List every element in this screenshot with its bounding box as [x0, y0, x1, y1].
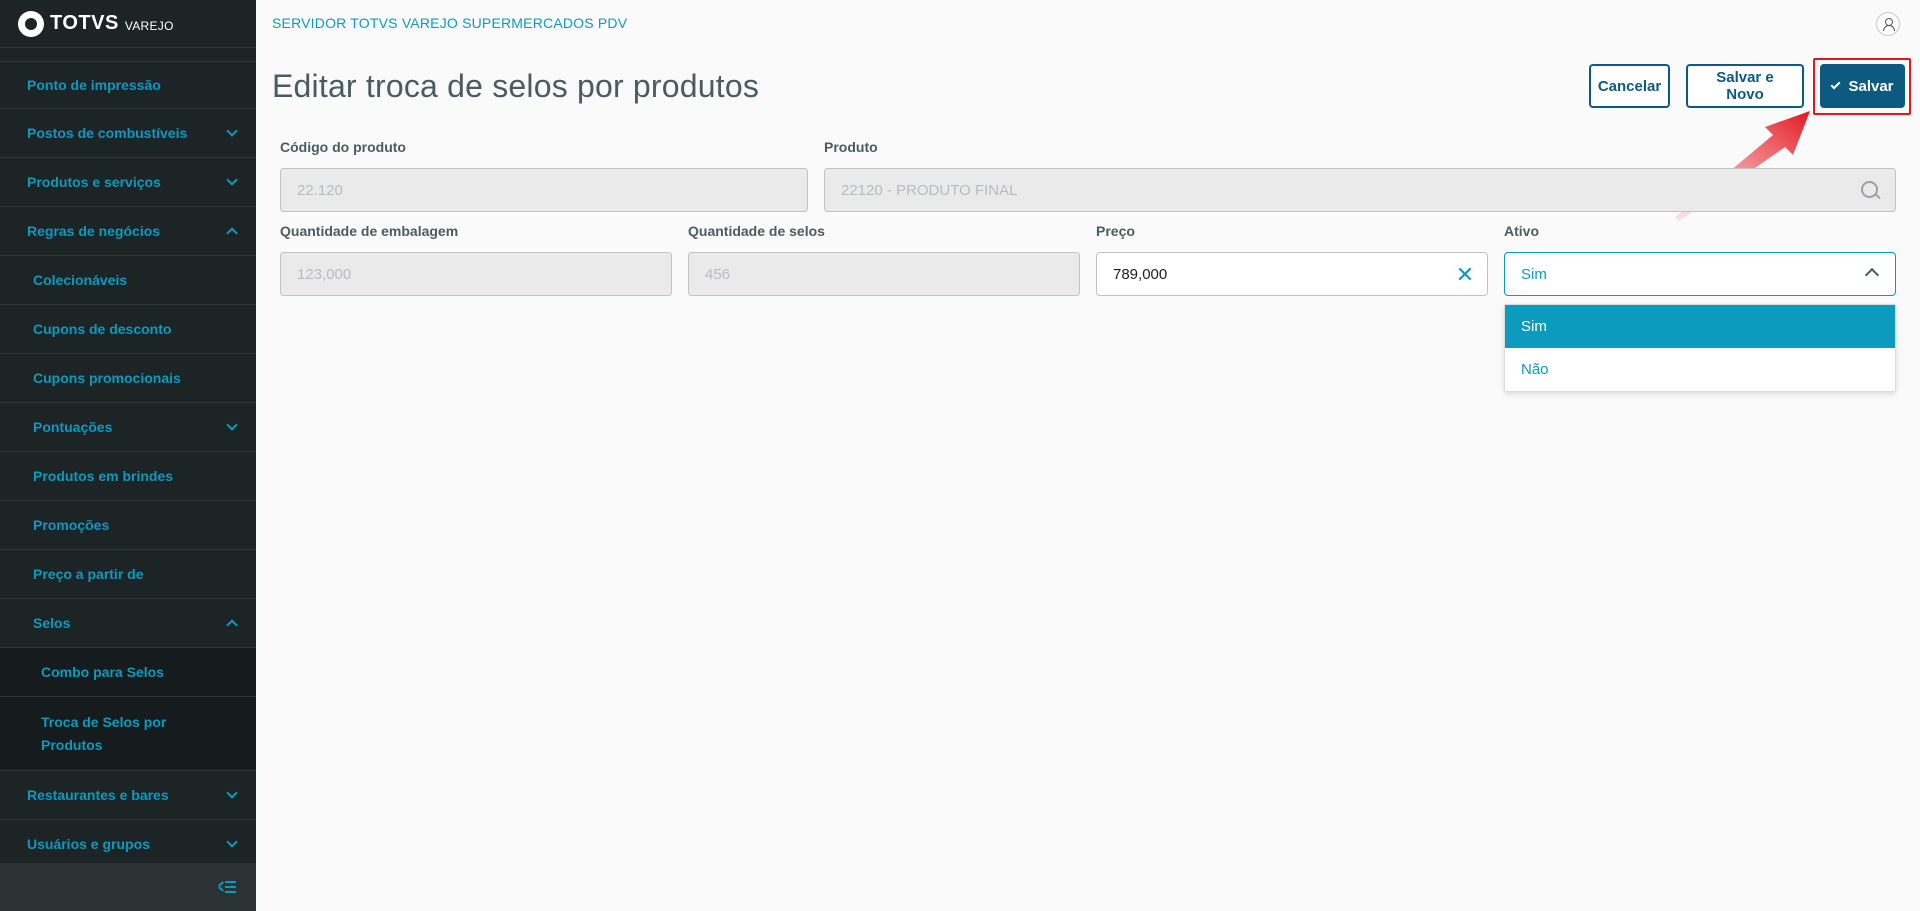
top-header: SERVIDOR TOTVS VAREJO SUPERMERCADOS PDV: [256, 0, 1920, 46]
sidebar-item-cupons-de-desconto[interactable]: Cupons de desconto: [0, 305, 256, 354]
ativo-label: Ativo: [1504, 223, 1539, 239]
collapse-menu-icon[interactable]: [218, 880, 236, 894]
qtd-selos-field: 456: [688, 252, 1080, 296]
chevron-down-icon: [226, 836, 238, 848]
sidebar-item-label: Postos de combustíveis: [27, 125, 188, 141]
ativo-option-nao[interactable]: Não: [1505, 348, 1895, 391]
chevron-up-icon: [1864, 267, 1880, 283]
produto-value: 22120 - PRODUTO FINAL: [841, 181, 1018, 199]
user-avatar-icon[interactable]: [1876, 12, 1900, 36]
produto-label: Produto: [824, 139, 878, 155]
codigo-produto-value: 22.120: [297, 181, 343, 199]
qtd-selos-value: 456: [705, 265, 731, 283]
sidebar-item-colecionaveis[interactable]: Colecionáveis: [0, 256, 256, 305]
totvs-logo-icon: [18, 10, 44, 37]
chevron-down-icon: [226, 125, 238, 137]
save-and-new-button-label: Salvar e Novo: [1716, 69, 1774, 103]
sidebar-item-label: Combo para Selos: [41, 664, 164, 680]
preco-label: Preço: [1096, 223, 1135, 239]
sidebar-item-label: Ponto de impressão: [27, 77, 161, 93]
sidebar-item-label: Preço a partir de: [33, 566, 144, 582]
sidebar-item-label: Colecionáveis: [33, 272, 128, 288]
brand-name: TOTVS: [50, 12, 119, 34]
highlight-box: [1813, 58, 1911, 115]
chevron-down-icon: [226, 787, 238, 799]
brand-sub: VAREJO: [124, 18, 174, 33]
sidebar-menu: Ponto de impressão Postos de combustívei…: [0, 61, 256, 869]
save-and-new-button[interactable]: Salvar e Novo: [1686, 64, 1804, 108]
sidebar-item-label: Selos: [33, 615, 71, 631]
qtd-embalagem-value: 123,000: [297, 265, 352, 283]
sidebar-item-label: Troca de Selos por Produtos: [41, 714, 167, 753]
clear-icon[interactable]: ✕: [1455, 264, 1475, 286]
produto-field: 22120 - PRODUTO FINAL: [824, 168, 1896, 212]
cancel-button[interactable]: Cancelar: [1589, 64, 1670, 108]
sidebar-item-promocoes[interactable]: Promoções: [0, 501, 256, 550]
sidebar-item-ponto-de-impressao[interactable]: Ponto de impressão: [0, 61, 256, 109]
sidebar-item-troca-de-selos-por-produtos[interactable]: Troca de Selos por Produtos: [0, 697, 256, 771]
sidebar-item-usuarios-e-grupos[interactable]: Usuários e grupos: [0, 820, 256, 869]
sidebar-item-combo-para-selos[interactable]: Combo para Selos: [0, 648, 256, 697]
sidebar-item-label: Produtos e serviços: [27, 174, 161, 190]
cancel-button-label: Cancelar: [1597, 77, 1662, 95]
search-icon: [1861, 181, 1881, 201]
sidebar-item-label: Usuários e grupos: [27, 836, 150, 852]
page-title: Editar troca de selos por produtos: [272, 68, 760, 104]
qtd-selos-label: Quantidade de selos: [688, 223, 825, 239]
sidebar-item-regras-de-negocios[interactable]: Regras de negócios: [0, 207, 256, 256]
chevron-up-icon: [226, 227, 238, 239]
sidebar-item-selos[interactable]: Selos: [0, 599, 256, 648]
sidebar-item-produtos-em-brindes[interactable]: Produtos em brindes: [0, 452, 256, 501]
ativo-select[interactable]: Sim: [1504, 252, 1896, 296]
sidebar-item-cupons-promocionais[interactable]: Cupons promocionais: [0, 354, 256, 403]
sidebar-item-produtos-e-servicos[interactable]: Produtos e serviços: [0, 158, 256, 207]
qtd-embalagem-label: Quantidade de embalagem: [280, 223, 459, 239]
server-title: SERVIDOR TOTVS VAREJO SUPERMERCADOS PDV: [272, 15, 628, 31]
ativo-option-sim[interactable]: Sim: [1505, 305, 1895, 348]
ativo-value: Sim: [1521, 265, 1547, 283]
sidebar-item-label: Restaurantes e bares: [27, 787, 169, 803]
sidebar-item-label: Cupons promocionais: [33, 370, 181, 386]
sidebar-item-preco-a-partir-de[interactable]: Preço a partir de: [0, 550, 256, 599]
chevron-down-icon: [226, 174, 238, 186]
sidebar: TOTVS VAREJO Ponto de impressão Postos d…: [0, 0, 256, 911]
preco-input[interactable]: 789,000 ✕: [1096, 252, 1488, 296]
chevron-down-icon: [226, 419, 238, 431]
chevron-up-icon: [226, 619, 238, 631]
sidebar-item-pontuacoes[interactable]: Pontuações: [0, 403, 256, 452]
ativo-dropdown-list: Sim Não: [1504, 304, 1896, 392]
sidebar-item-label: Produtos em brindes: [33, 468, 174, 484]
logo[interactable]: TOTVS VAREJO: [0, 0, 256, 48]
sidebar-item-label: Cupons de desconto: [33, 321, 172, 337]
sidebar-item-label: Pontuações: [33, 419, 113, 435]
qtd-embalagem-field: 123,000: [280, 252, 672, 296]
codigo-produto-label: Código do produto: [280, 139, 406, 155]
sidebar-item-postos-de-combustiveis[interactable]: Postos de combustíveis: [0, 109, 256, 158]
sidebar-item-label: Regras de negócios: [27, 223, 161, 239]
sidebar-footer: [0, 863, 256, 911]
sidebar-item-restaurantes-e-bares[interactable]: Restaurantes e bares: [0, 771, 256, 820]
codigo-produto-field: 22.120: [280, 168, 808, 212]
sidebar-item-label: Promoções: [33, 517, 110, 533]
preco-value: 789,000: [1113, 265, 1168, 283]
